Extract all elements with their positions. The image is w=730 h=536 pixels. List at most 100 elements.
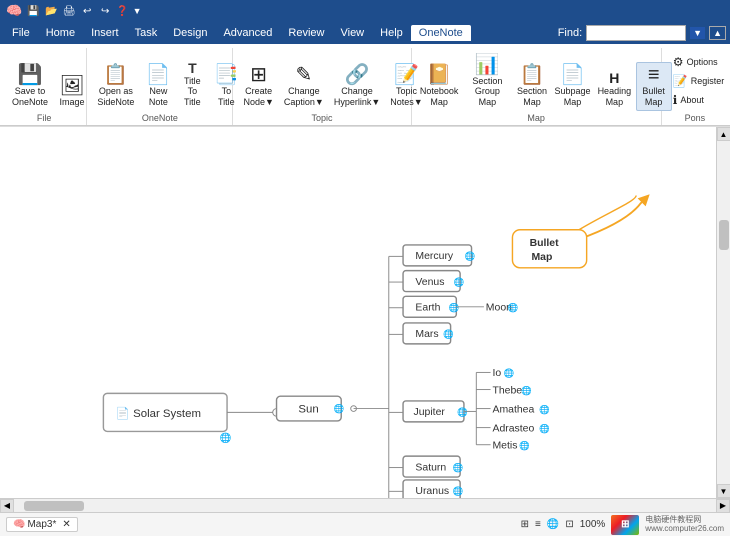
- menu-task[interactable]: Task: [127, 25, 166, 41]
- options-label: Options: [687, 57, 718, 67]
- save-onenote-icon: 💾: [18, 65, 43, 85]
- menu-review[interactable]: Review: [280, 25, 332, 41]
- menu-advanced[interactable]: Advanced: [215, 25, 280, 41]
- svg-text:📄 Solar System: 📄 Solar System: [116, 406, 201, 420]
- image-button[interactable]: 🖼 Image: [54, 73, 90, 111]
- scroll-thumb-v[interactable]: [719, 220, 729, 250]
- menu-home[interactable]: Home: [38, 25, 83, 41]
- close-button[interactable]: [708, 3, 724, 19]
- canvas-area: 📄 Solar System 🌐 Sun 🌐 Mercury 🌐 Venus 🌐: [0, 126, 730, 498]
- title-to-title-button[interactable]: T TitleToTitle: [178, 58, 206, 111]
- quick-print[interactable]: 🖨: [62, 4, 76, 18]
- svg-text:Jupiter: Jupiter: [414, 407, 446, 418]
- topic-buttons: ⊞ CreateNode▼ ✎ ChangeCaption▼ 🔗 ChangeH…: [239, 48, 426, 111]
- change-caption-icon: ✎: [295, 65, 312, 85]
- scroll-left-button[interactable]: ◀: [0, 499, 14, 513]
- create-node-icon: ⊞: [250, 65, 267, 85]
- menu-file[interactable]: File: [4, 25, 38, 41]
- svg-text:🌐: 🌐: [539, 423, 550, 433]
- about-button[interactable]: ℹ About: [668, 92, 729, 108]
- section-group-map-button[interactable]: 📊 SectionGroup Map: [463, 52, 512, 111]
- ribbon: 💾 Save toOneNote 🖼 Image File 📋 Open asS…: [0, 44, 730, 126]
- svg-text:Uranus: Uranus: [415, 486, 449, 497]
- menu-design[interactable]: Design: [165, 25, 215, 41]
- find-options-button[interactable]: ▼: [690, 27, 705, 39]
- horizontal-scrollbar: ◀ ▶: [0, 498, 730, 512]
- pons-buttons: ⚙ Options 📝 Register ℹ About: [668, 48, 729, 108]
- find-area: Find: ▼ ▲: [558, 25, 726, 41]
- vertical-scrollbar[interactable]: ▲ ▼: [716, 127, 730, 498]
- mindmap-svg: 📄 Solar System 🌐 Sun 🌐 Mercury 🌐 Venus 🌐: [0, 127, 730, 498]
- app-icon: 🧠: [6, 3, 22, 19]
- topic-group-label: Topic: [239, 111, 404, 125]
- hyperlink-icon: 🔗: [345, 65, 370, 85]
- menubar: File Home Insert Task Design Advanced Re…: [0, 22, 730, 44]
- svg-text:Earth: Earth: [415, 303, 440, 314]
- status-icon-list: ≡: [535, 519, 541, 530]
- options-button[interactable]: ⚙ Options: [668, 54, 729, 70]
- titlebar: 🧠 💾 📂 🖨 ↩ ↪ ❓ ▼: [0, 0, 730, 22]
- image-icon: 🖼: [59, 76, 84, 96]
- menu-view[interactable]: View: [332, 25, 372, 41]
- onenote-group-label: OneNote: [93, 111, 226, 125]
- subpage-icon: 📄: [560, 65, 585, 85]
- create-node-button[interactable]: ⊞ CreateNode▼: [239, 62, 277, 111]
- onenote-buttons: 📋 Open asSideNote 📄 NewNote T TitleToTit…: [93, 48, 244, 111]
- file-buttons: 💾 Save toOneNote 🖼 Image: [8, 48, 90, 111]
- scroll-up-button[interactable]: ▲: [717, 127, 730, 141]
- help-icon: ❓: [116, 6, 128, 17]
- menu-onenote[interactable]: OneNote: [411, 25, 471, 41]
- open-sidenote-button[interactable]: 📋 Open asSideNote: [93, 62, 138, 111]
- svg-text:Saturn: Saturn: [415, 462, 446, 473]
- svg-text:🌐: 🌐: [219, 432, 231, 444]
- ribbon-group-map: 📔 NotebookMap 📊 SectionGroup Map 📋 Secti…: [412, 48, 662, 125]
- quick-redo[interactable]: ↪: [98, 4, 112, 18]
- change-caption-button[interactable]: ✎ ChangeCaption▼: [280, 62, 328, 111]
- menu-insert[interactable]: Insert: [83, 25, 127, 41]
- svg-text:Bullet: Bullet: [530, 238, 560, 249]
- svg-text:Thebe: Thebe: [492, 385, 522, 396]
- scroll-right-button[interactable]: ▶: [716, 499, 730, 513]
- quick-save[interactable]: 💾: [26, 4, 40, 18]
- svg-text:Amathea: Amathea: [492, 404, 534, 415]
- svg-text:Mars: Mars: [415, 329, 438, 340]
- map-tab[interactable]: 🧠 Map3* ✕: [6, 517, 78, 532]
- svg-text:🌐: 🌐: [453, 462, 464, 472]
- find-label: Find:: [558, 27, 582, 39]
- minimize-button[interactable]: [672, 3, 688, 19]
- collapse-button[interactable]: ▲: [709, 26, 726, 40]
- svg-text:Adrasteo: Adrasteo: [492, 423, 534, 434]
- svg-text:🌐: 🌐: [453, 486, 464, 496]
- subpage-map-button[interactable]: 📄 SubpageMap: [552, 62, 593, 111]
- titlebar-left: 🧠 💾 📂 🖨 ↩ ↪ ❓ ▼: [6, 3, 142, 19]
- new-note-button[interactable]: 📄 NewNote: [140, 62, 176, 111]
- titlebar-controls: [672, 3, 724, 19]
- find-input[interactable]: [586, 25, 686, 41]
- map-tab-close[interactable]: ✕: [62, 519, 70, 530]
- notebook-map-button[interactable]: 📔 NotebookMap: [418, 62, 461, 111]
- heading-map-button[interactable]: H HeadingMap: [595, 68, 634, 111]
- maximize-button[interactable]: [690, 3, 706, 19]
- section-map-button[interactable]: 📋 SectionMap: [514, 62, 550, 111]
- scroll-thumb-h[interactable]: [24, 501, 84, 511]
- change-hyperlink-button[interactable]: 🔗 ChangeHyperlink▼: [330, 62, 384, 111]
- quick-open[interactable]: 📂: [44, 4, 58, 18]
- svg-text:🌐: 🌐: [521, 385, 532, 395]
- ribbon-group-topic: ⊞ CreateNode▼ ✎ ChangeCaption▼ 🔗 ChangeH…: [233, 48, 411, 125]
- dropdown-icon: ▼: [133, 6, 142, 16]
- quick-undo[interactable]: ↩: [80, 4, 94, 18]
- svg-text:🌐: 🌐: [504, 368, 515, 378]
- scroll-down-button[interactable]: ▼: [717, 484, 730, 498]
- status-icon-filter: ⊞: [521, 519, 529, 530]
- pons-group-label: Pons: [668, 111, 722, 125]
- new-note-icon: 📄: [146, 65, 171, 85]
- sidenote-icon: 📋: [103, 65, 128, 85]
- save-to-onenote-button[interactable]: 💾 Save toOneNote: [8, 62, 52, 111]
- section-map-icon: 📋: [520, 65, 545, 85]
- svg-text:🌐: 🌐: [449, 303, 460, 313]
- status-icon-grid: ⊡: [565, 519, 573, 530]
- options-icon: ⚙: [673, 56, 684, 68]
- register-button[interactable]: 📝 Register: [668, 73, 729, 89]
- menu-help[interactable]: Help: [372, 25, 411, 41]
- heading-map-icon: H: [609, 71, 619, 85]
